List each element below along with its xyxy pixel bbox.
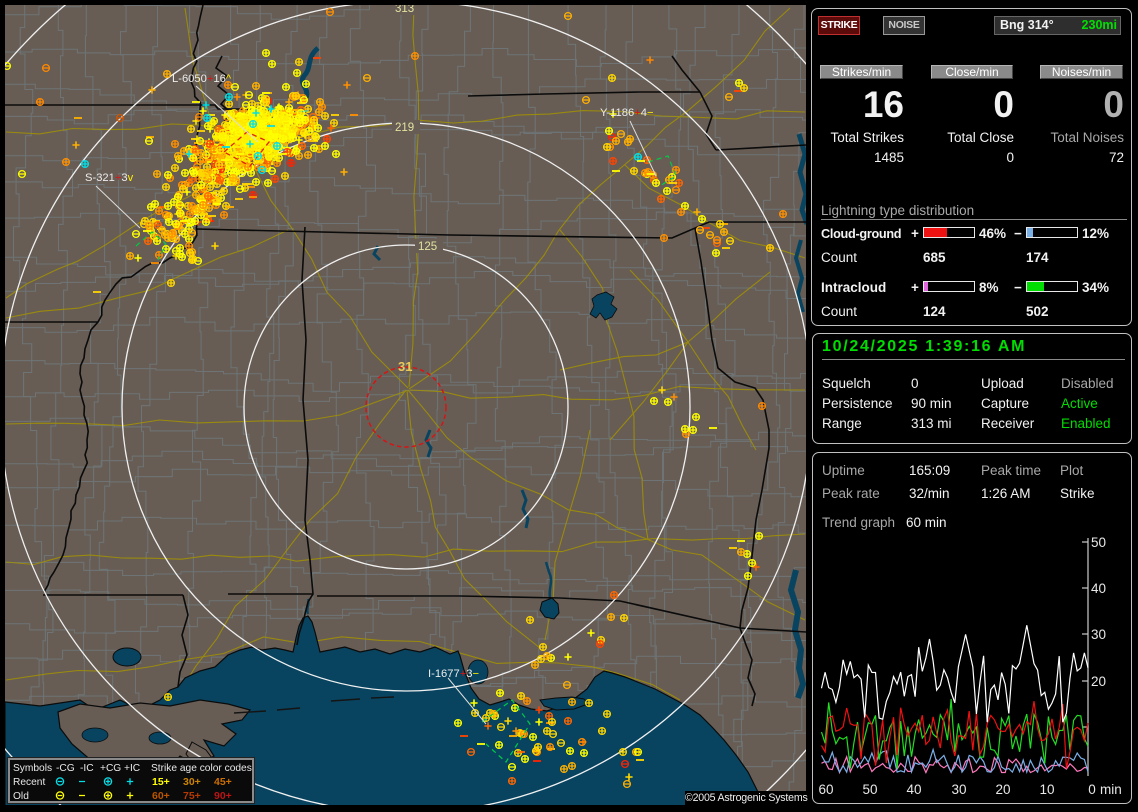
svg-text:-IC: -IC <box>80 763 94 774</box>
svg-text:40: 40 <box>906 782 921 797</box>
svg-text:L-6050+16^: L-6050+16^ <box>172 73 232 85</box>
svg-text:-CG: -CG <box>56 763 75 774</box>
svg-text:40: 40 <box>1091 581 1106 596</box>
svg-text:219: 219 <box>395 122 414 134</box>
svg-text:75+: 75+ <box>183 790 201 802</box>
svg-text:313: 313 <box>395 5 414 15</box>
svg-text:+IC: +IC <box>124 763 140 774</box>
svg-text:45+: 45+ <box>214 776 232 788</box>
svg-text:20: 20 <box>1091 674 1106 689</box>
svg-text:0: 0 <box>1088 782 1096 797</box>
svg-text:Strike age color codes: Strike age color codes <box>151 763 252 774</box>
svg-text:10: 10 <box>1039 782 1054 797</box>
svg-text:Old: Old <box>13 791 29 802</box>
svg-text:30+: 30+ <box>183 776 201 788</box>
svg-text:min: min <box>1100 782 1122 797</box>
svg-text:15+: 15+ <box>152 776 170 788</box>
svg-text:S-321+3v: S-321+3v <box>85 172 134 184</box>
svg-text:30: 30 <box>1091 627 1106 642</box>
svg-text:60: 60 <box>818 782 833 797</box>
svg-text:90+: 90+ <box>214 790 232 802</box>
svg-text:Recent: Recent <box>13 777 45 788</box>
svg-text:50: 50 <box>1091 535 1106 550</box>
svg-text:20: 20 <box>995 782 1010 797</box>
svg-text:Y-1186+4−: Y-1186+4− <box>600 107 654 119</box>
svg-text:50: 50 <box>862 782 877 797</box>
svg-text:+CG: +CG <box>100 763 121 774</box>
svg-text:31: 31 <box>398 359 412 374</box>
svg-text:I-1677+3−: I-1677+3− <box>428 668 479 680</box>
svg-text:30: 30 <box>951 782 966 797</box>
svg-text:125: 125 <box>418 241 437 253</box>
svg-text:Symbols: Symbols <box>13 763 52 774</box>
svg-text:60+: 60+ <box>152 790 170 802</box>
